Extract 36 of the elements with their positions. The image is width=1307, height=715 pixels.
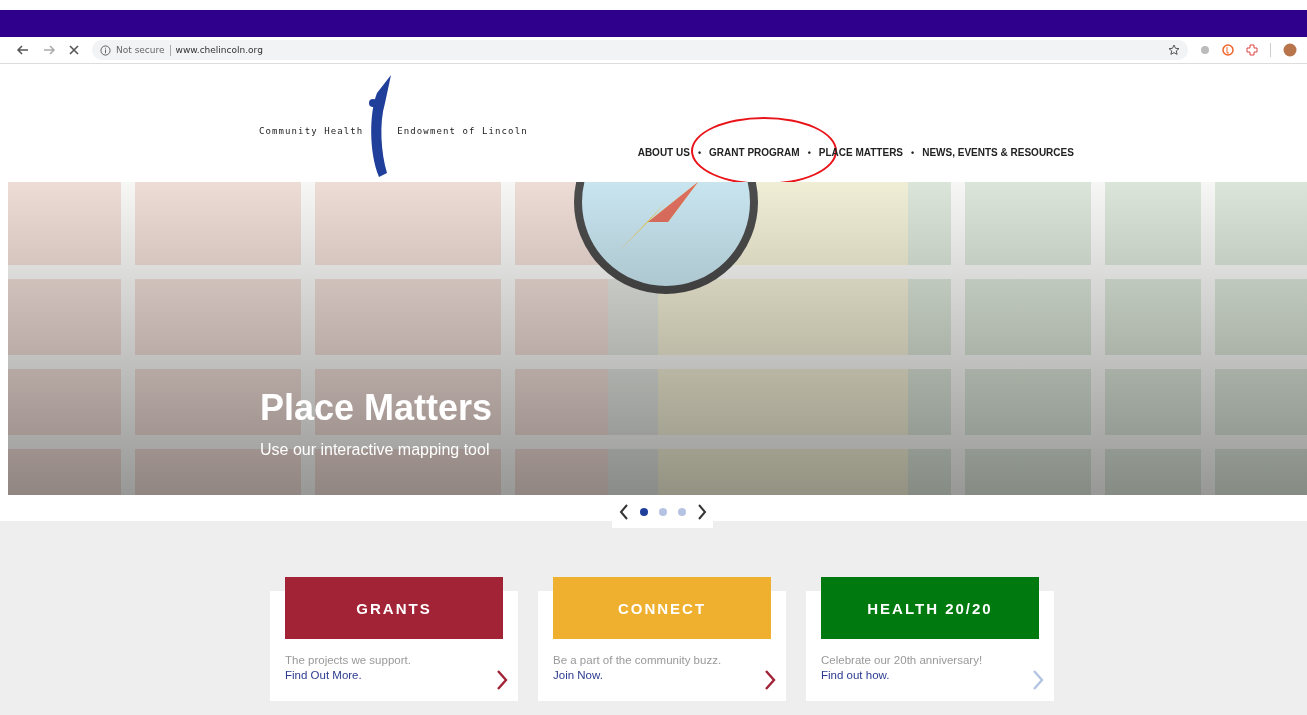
banner-subtitle: Use our interactive mapping tool: [260, 441, 491, 459]
card-link[interactable]: Find out how.: [821, 669, 890, 681]
logo-text: Endowment of Lincoln: [397, 126, 528, 136]
nav-link[interactable]: ABOUT US: [637, 147, 690, 158]
star-icon[interactable]: [1168, 44, 1180, 56]
card-text: Be a part of the community buzz. Join Now.: [553, 653, 723, 683]
back-icon[interactable]: [16, 43, 30, 57]
card-header[interactable]: HEALTH 20/20: [821, 577, 1039, 639]
banner-title: Place Matters: [260, 387, 493, 429]
next-icon[interactable]: [696, 503, 707, 520]
separator-dot: •: [911, 147, 915, 158]
logo[interactable]: Community Health Endowment of Lincoln: [259, 70, 528, 182]
card-text: Celebrate our 20th anniversary! Find out how.: [821, 653, 984, 683]
slide-dot[interactable]: [658, 507, 667, 516]
card-text: The projects we support. Find Out More.: [285, 653, 412, 683]
chevron-right-icon[interactable]: [496, 670, 508, 690]
url-text: www.chelincoln.org: [175, 45, 263, 55]
slide-dot[interactable]: [639, 507, 648, 516]
info-icon: [100, 44, 111, 56]
card-link[interactable]: Find Out More.: [285, 669, 362, 681]
nav-link[interactable]: GRANT PROGRAM: [709, 147, 800, 158]
address-bar[interactable]: Not secure www.chelincoln.org: [92, 40, 1188, 60]
card-link[interactable]: Join Now.: [553, 669, 603, 681]
chevron-right-icon[interactable]: [764, 670, 776, 690]
avatar-icon[interactable]: [1283, 43, 1297, 57]
logo-text: Community Health: [259, 126, 364, 136]
extension-icon[interactable]: [1246, 44, 1258, 56]
card-header[interactable]: GRANTS: [285, 577, 503, 639]
slide-dot[interactable]: [677, 507, 686, 516]
previous-icon[interactable]: [618, 503, 629, 520]
close-icon[interactable]: [68, 44, 80, 56]
nav-link[interactable]: NEWS, EVENTS & RESOURCES: [922, 147, 1074, 158]
extension-icon[interactable]: [1222, 44, 1234, 56]
separator-dot: •: [697, 147, 702, 158]
separator-dot: •: [807, 147, 811, 158]
security-label: Not secure: [116, 45, 165, 55]
